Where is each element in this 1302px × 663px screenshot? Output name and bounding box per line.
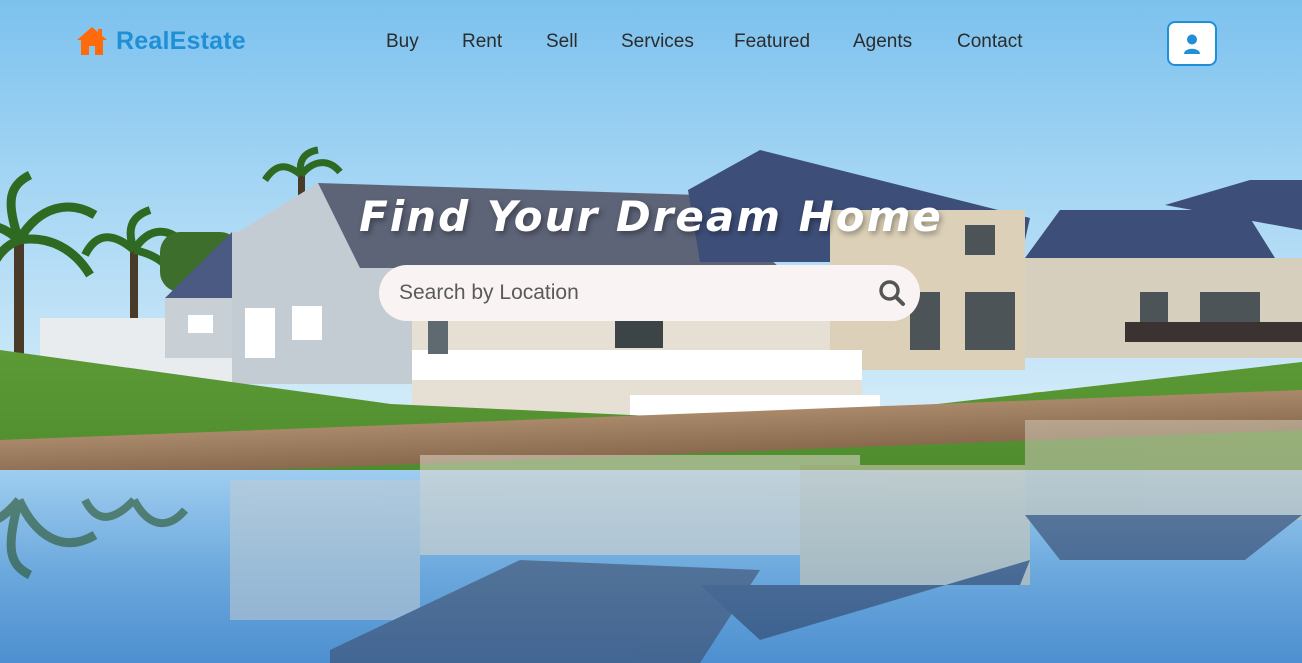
nav-link-sell[interactable]: Sell [546, 31, 578, 53]
nav-link-rent[interactable]: Rent [462, 31, 502, 53]
nav-link-buy[interactable]: Buy [386, 31, 419, 53]
brand-name: RealEstate [116, 26, 246, 55]
nav-link-services[interactable]: Services [621, 31, 694, 53]
user-icon [1184, 34, 1200, 54]
location-search-input[interactable] [379, 265, 864, 321]
top-navigation: RealEstate Buy Rent Sell Services Featur… [0, 0, 1302, 86]
search-button[interactable] [864, 265, 920, 321]
nav-link-contact[interactable]: Contact [957, 31, 1022, 53]
hero-title: Find Your Dream Home [0, 192, 1302, 241]
account-button[interactable] [1167, 21, 1217, 66]
water-reflection [0, 420, 1302, 663]
house-icon [77, 27, 107, 55]
hero-title-text: Find Your Dream Home [359, 192, 943, 241]
location-search-bar [379, 265, 920, 321]
search-icon [879, 280, 905, 306]
hero-section [0, 0, 1302, 663]
brand-logo[interactable]: RealEstate [76, 26, 246, 56]
nav-link-agents[interactable]: Agents [853, 31, 912, 53]
nav-link-featured[interactable]: Featured [734, 31, 810, 53]
